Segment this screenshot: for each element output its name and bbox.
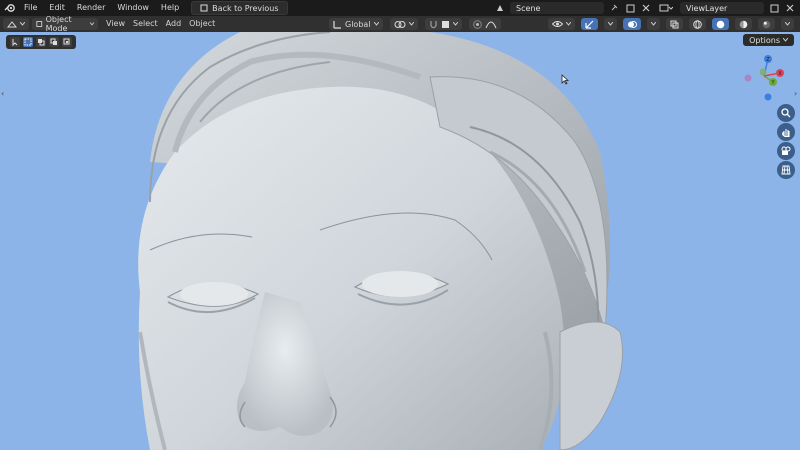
pan-button[interactable] [777, 123, 795, 141]
menu-add[interactable]: Add [162, 16, 186, 32]
head-sculpt-model [138, 32, 623, 450]
gizmo-toggle[interactable] [581, 18, 598, 30]
chevron-down-icon [373, 22, 379, 26]
pivot-icon [394, 20, 406, 28]
overlays-options[interactable] [647, 18, 660, 30]
perspective-toggle-button[interactable] [777, 161, 795, 179]
gizmo-options[interactable] [604, 18, 617, 30]
fullscreen-icon [200, 4, 208, 12]
magnet-icon [429, 20, 437, 28]
chevron-down-icon [566, 22, 571, 26]
view-layer-field[interactable]: ViewLayer [680, 2, 764, 14]
menu-view[interactable]: View [102, 16, 129, 32]
chevron-down-icon [608, 22, 613, 26]
select-tool-strip [6, 35, 76, 49]
menu-window[interactable]: Window [111, 0, 155, 16]
mode-label: Object Mode [45, 15, 72, 33]
back-to-previous-label: Back to Previous [212, 3, 279, 13]
camera-view-button[interactable] [777, 142, 795, 160]
shading-rendered[interactable] [758, 18, 775, 30]
proportional-editing-selector[interactable] [468, 18, 501, 30]
overlays-icon [628, 20, 637, 28]
shading-solid[interactable] [712, 18, 729, 30]
new-view-layer-icon[interactable] [768, 2, 780, 14]
xray-icon [670, 20, 679, 28]
magnifier-icon [781, 108, 791, 118]
left-panel-arrow-icon[interactable]: ‹ [1, 89, 4, 98]
options-dropdown[interactable]: Options [743, 34, 794, 46]
menu-file[interactable]: File [18, 0, 43, 16]
chevron-down-icon [20, 22, 25, 26]
chevron-down-icon [783, 38, 788, 42]
chevron-down-icon [89, 22, 94, 26]
menu-object[interactable]: Object [185, 16, 219, 32]
falloff-curve-icon [485, 21, 496, 28]
wireframe-sphere-icon [693, 19, 702, 29]
scene-field[interactable]: Scene [510, 2, 604, 14]
header-right-tools [545, 18, 794, 30]
menu-select[interactable]: Select [129, 16, 162, 32]
3d-viewport[interactable]: ‹ › [0, 32, 800, 450]
navigation-gizmo[interactable]: Z X Y [742, 54, 786, 104]
select-box-icon[interactable] [23, 37, 33, 47]
gizmo-axis-z: Z [766, 57, 770, 63]
chevron-down-icon [785, 22, 790, 26]
eye-icon [552, 21, 563, 27]
new-scene-icon[interactable] [624, 2, 636, 14]
visibility-selector[interactable] [548, 18, 575, 30]
proportional-edit-icon [472, 19, 482, 29]
shading-material[interactable] [735, 18, 752, 30]
transform-orientation-selector[interactable]: Global [329, 18, 383, 30]
editor-type-button[interactable] [3, 18, 29, 30]
blender-logo-icon[interactable] [2, 0, 18, 16]
orientation-icon [333, 20, 341, 29]
pivot-point-selector[interactable] [389, 18, 418, 30]
menu-edit[interactable]: Edit [43, 0, 71, 16]
back-to-previous-button[interactable]: Back to Previous [191, 1, 288, 15]
scene-name: Scene [516, 3, 541, 13]
menu-render[interactable]: Render [71, 0, 111, 16]
chevron-down-icon [408, 22, 414, 26]
gizmo-icon [585, 20, 594, 29]
mouse-cursor-icon [561, 74, 569, 85]
select-intersect-icon[interactable] [62, 37, 72, 47]
3d-viewport-icon [7, 20, 17, 27]
object-mode-icon [36, 21, 43, 27]
topbar: File Edit Render Window Help Back to Pre… [0, 0, 800, 16]
shading-options[interactable] [781, 18, 794, 30]
camera-icon [781, 146, 791, 155]
mode-selector[interactable]: Object Mode [32, 15, 98, 33]
scene-icon[interactable] [494, 2, 506, 14]
delete-view-layer-icon[interactable] [784, 2, 796, 14]
options-label: Options [749, 35, 780, 45]
tweak-tool-icon[interactable] [10, 37, 20, 47]
chevron-down-icon [452, 22, 458, 26]
pin-icon[interactable] [608, 2, 620, 14]
orientation-label: Global [345, 19, 371, 29]
header-center-tools: Global [326, 18, 501, 30]
view-layer-icon[interactable] [656, 2, 676, 14]
xray-toggle[interactable] [666, 18, 683, 30]
topbar-right: Scene ViewLayer [494, 0, 800, 16]
right-panel-arrow-icon[interactable]: › [794, 89, 797, 98]
menu-help[interactable]: Help [155, 0, 185, 16]
select-subtract-icon[interactable] [49, 37, 59, 47]
solid-sphere-icon [716, 20, 725, 28]
select-extend-icon[interactable] [36, 37, 46, 47]
rendered-sphere-icon [762, 20, 771, 28]
material-sphere-icon [739, 20, 748, 28]
shading-wireframe[interactable] [689, 18, 706, 30]
delete-scene-icon[interactable] [640, 2, 652, 14]
chevron-down-icon [651, 22, 656, 26]
snap-increment-icon [441, 20, 449, 28]
zoom-button[interactable] [777, 104, 795, 122]
view-layer-name: ViewLayer [686, 3, 728, 13]
gizmo-axis-x: X [778, 71, 782, 77]
snap-selector[interactable] [424, 18, 462, 30]
overlays-toggle[interactable] [623, 18, 641, 30]
hand-icon [782, 129, 790, 137]
grid-icon [781, 165, 791, 175]
viewport-header: Object Mode View Select Add Object Globa… [0, 15, 800, 33]
